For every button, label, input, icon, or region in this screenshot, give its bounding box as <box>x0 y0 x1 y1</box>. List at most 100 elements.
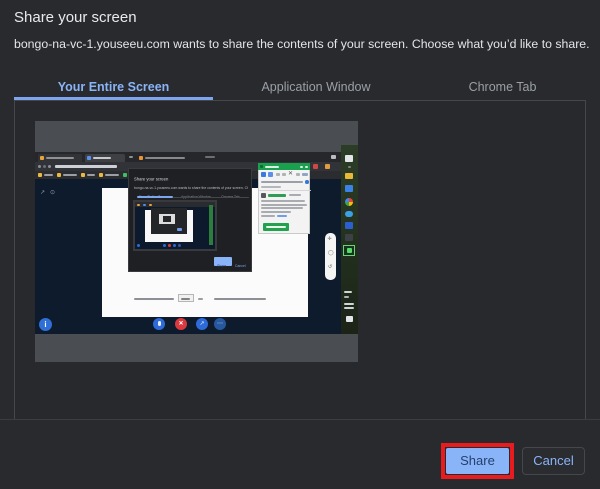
nested-call-button <box>163 244 166 247</box>
recursive-cancel-label: Cancel <box>235 259 263 277</box>
screen-top-gray-band <box>35 121 358 152</box>
nested-browser-bar <box>135 202 215 207</box>
taskbar-folder-icon <box>345 173 353 179</box>
nested-nested-thumbnail <box>159 214 175 224</box>
taskbar-active-app-icon <box>343 245 355 256</box>
zoom-dropdown <box>178 294 194 302</box>
mic-icon <box>158 321 161 326</box>
date-text-smudge <box>344 307 354 309</box>
toolbar-icon <box>296 173 300 176</box>
nested-call-button <box>173 244 176 247</box>
text-smudge <box>105 174 119 176</box>
info-icon: i <box>39 318 52 331</box>
nested-thumbnail <box>133 200 217 251</box>
text-smudge <box>134 298 174 300</box>
screen-preview-thumbnail[interactable]: ↗ ⊙ Share your screen bongo-na-vc-1.yous… <box>35 121 358 362</box>
tab-chrome-tab[interactable]: Chrome Tab <box>419 80 586 97</box>
divider <box>259 190 311 191</box>
text-smudge <box>261 186 281 188</box>
text-smudge <box>44 174 53 176</box>
text-smudge <box>205 156 215 158</box>
reload-icon <box>48 165 51 168</box>
text-smudge <box>145 157 185 159</box>
text-smudge <box>87 174 95 176</box>
help-icon <box>305 180 309 184</box>
nested-share-button <box>177 228 182 231</box>
nested-dialog <box>151 208 187 234</box>
notification-icon <box>346 316 353 322</box>
captured-taskbar <box>341 145 358 334</box>
text-smudge <box>214 298 266 300</box>
green-text-smudge <box>268 194 286 197</box>
favicon <box>139 156 143 160</box>
taskbar-teams-icon <box>345 222 353 229</box>
tab-your-entire-screen[interactable]: Your Entire Screen <box>14 80 213 97</box>
folder-icon <box>57 173 61 177</box>
tray-text-smudge <box>344 291 352 293</box>
dialog-description: bongo-na-vc-1.youseeu.com wants to share… <box>14 37 590 51</box>
green-window-body: ✕ <box>258 170 310 234</box>
camera-icon: ⊙ <box>50 189 55 196</box>
folder-icon <box>38 173 42 177</box>
nested-screen <box>135 202 215 249</box>
favicon <box>137 204 140 206</box>
cancel-button[interactable]: Cancel <box>522 447 585 475</box>
folder-icon <box>81 173 85 177</box>
url-text-smudge <box>55 165 117 168</box>
end-call-button: ✕ <box>175 318 187 330</box>
share-button[interactable]: Share <box>446 448 509 474</box>
active-app-glyph <box>347 248 352 253</box>
captured-browser-tabbar <box>35 152 341 162</box>
taskbar-word-icon <box>345 185 353 192</box>
taskbar-window-icon <box>345 155 353 162</box>
red-extension-icon <box>313 164 318 169</box>
captured-app-viewport: ↗ ⊙ Share your screen bongo-na-vc-1.yous… <box>35 179 341 334</box>
text-smudge <box>63 174 77 176</box>
share-screen-dialog: Share your screen bongo-na-vc-1.youseeu.… <box>0 0 600 489</box>
toolbar-icon <box>268 172 273 177</box>
recursive-share-button: Share <box>214 257 232 266</box>
green-bookmark-icon <box>123 173 127 177</box>
rotate-icon: ↺ <box>328 264 332 270</box>
taskbar-chrome-icon <box>345 198 353 206</box>
taskbar-app-icon <box>345 234 353 241</box>
window-controls-smudge <box>331 155 336 159</box>
taskbar-cloud-icon <box>345 211 353 217</box>
share-screen-button: ↗ <box>196 318 208 330</box>
text-smudge <box>181 298 190 300</box>
app-icon <box>260 165 263 168</box>
toolbar-icon <box>302 173 308 176</box>
toolbar-icon <box>276 173 280 176</box>
orange-extension-icon <box>325 164 330 169</box>
screen-bottom-gray-band <box>35 334 358 362</box>
text-smudge <box>261 207 303 209</box>
favicon <box>87 156 91 160</box>
page-title: Share your screen <box>14 9 137 26</box>
text-smudge <box>261 215 275 217</box>
text-smudge <box>198 298 203 300</box>
nested-call-button <box>178 244 181 247</box>
taskbar-dot-icon <box>348 166 351 168</box>
tray-text-smudge <box>344 296 349 298</box>
favicon <box>40 156 44 160</box>
close-icon <box>305 166 308 168</box>
green-window-titlebar <box>258 163 310 170</box>
text-smudge <box>261 204 307 206</box>
green-action-button <box>263 223 289 231</box>
nested-end-call-button <box>168 244 171 247</box>
back-icon <box>38 165 41 168</box>
select-icon: ◯ <box>328 250 334 256</box>
tab-application-window[interactable]: Application Window <box>213 80 419 97</box>
more-options-button: ⋯ <box>214 318 226 330</box>
floating-toolbar: ✛ ◯ ↺ <box>325 233 336 280</box>
browser-tab-active <box>85 154 125 162</box>
text-smudge <box>266 226 286 228</box>
text-smudge <box>289 194 301 196</box>
text-smudge <box>265 166 279 168</box>
browser-tab <box>38 154 82 162</box>
clock-text-smudge <box>344 303 354 305</box>
green-app-window: ✕ <box>258 163 310 234</box>
text-smudge <box>261 200 305 202</box>
text-smudge <box>93 157 111 159</box>
recursive-tab-underline <box>137 196 173 198</box>
